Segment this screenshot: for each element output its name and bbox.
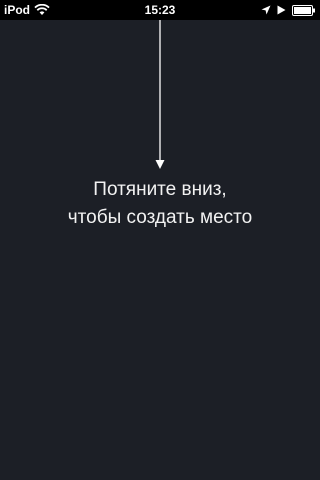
status-right	[261, 2, 316, 18]
battery-icon	[292, 4, 316, 16]
play-icon	[277, 5, 286, 15]
status-bar: iPod 15:23	[0, 0, 320, 20]
location-arrow-icon	[261, 5, 271, 15]
screen: iPod 15:23 Потяните вниз, чтобы создать …	[0, 0, 320, 480]
pull-to-create-hint: Потяните вниз, чтобы создать место	[0, 176, 320, 232]
hint-line-1: Потяните вниз,	[93, 179, 227, 200]
pull-down-arrow-icon	[153, 20, 167, 172]
hint-line-2: чтобы создать место	[67, 207, 253, 228]
